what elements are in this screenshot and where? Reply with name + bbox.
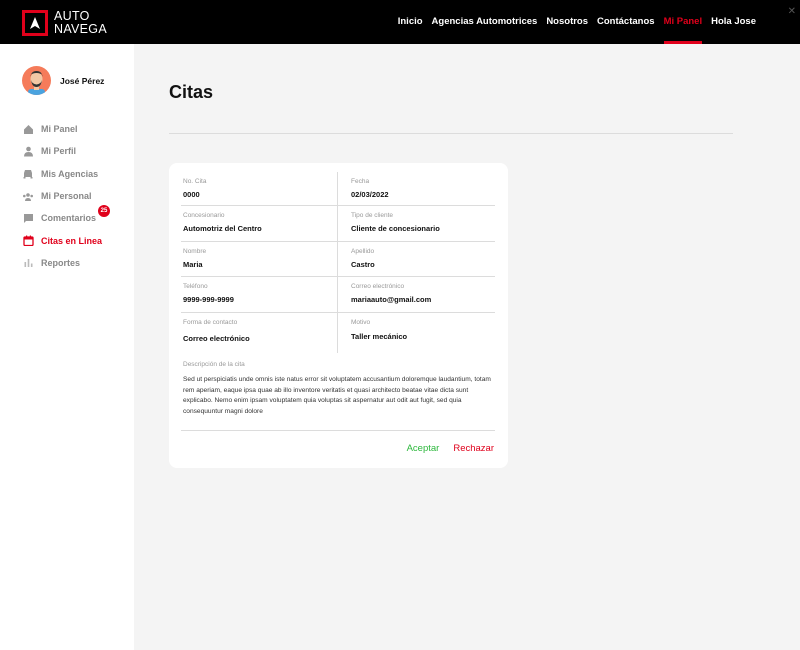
calendar-icon <box>22 235 34 247</box>
field-value: Castro <box>351 260 375 269</box>
field-telefono: Teléfono 9999-999-9999 <box>181 277 338 312</box>
sidebar-item-label: Mis Agencias <box>41 168 99 179</box>
field-motivo: Motivo Taller mecánico <box>338 313 495 353</box>
field-value: Maria <box>183 260 203 269</box>
details-row: Nombre Maria Apellido Castro <box>181 242 495 277</box>
nav-mi-panel[interactable]: Mi Panel <box>663 0 702 44</box>
field-label: Motivo <box>351 319 371 326</box>
reject-button[interactable]: Rechazar <box>453 443 494 454</box>
sidebar-item-label: Citas en Linea <box>41 235 103 246</box>
field-label: No. Cita <box>183 178 207 185</box>
comment-icon <box>22 212 34 224</box>
field-label: Teléfono <box>183 283 208 290</box>
details-row: Concesionario Automotriz del Centro Tipo… <box>181 206 495 242</box>
nav-inicio[interactable]: Inicio <box>398 0 423 44</box>
brand-line-2: NAVEGA <box>54 22 107 36</box>
field-value: Automotriz del Centro <box>183 224 262 233</box>
field-value: Correo electrónico <box>183 334 250 343</box>
page-title: Citas <box>169 82 214 102</box>
user-profile: José Pérez <box>22 66 104 95</box>
field-value: Cliente de concesionario <box>351 224 440 233</box>
chart-icon <box>22 257 34 269</box>
field-fecha: Fecha 02/03/2022 <box>338 172 495 205</box>
brand-name: AUTO NAVEGA <box>54 10 107 36</box>
user-name: José Pérez <box>60 75 105 86</box>
nav-nosotros[interactable]: Nosotros <box>546 0 588 44</box>
field-label: Correo electrónico <box>351 283 405 290</box>
description-text: Sed ut perspiciatis unde omnis iste natu… <box>183 376 491 415</box>
field-correo: Correo electrónico mariaauto@gmail.com <box>338 277 495 312</box>
field-no-cita: No. Cita 0000 <box>181 172 338 205</box>
field-value: 9999-999-9999 <box>183 295 234 304</box>
comments-count-badge: 25 <box>98 205 110 218</box>
field-label: Fecha <box>351 178 370 185</box>
description-divider <box>181 430 495 431</box>
sidebar-item-comentarios[interactable]: Comentarios 25 <box>22 205 110 229</box>
accept-button[interactable]: Aceptar <box>407 443 440 454</box>
appointment-card: No. Cita 0000 Fecha 02/03/2022 Concesion… <box>169 163 508 468</box>
field-value: 0000 <box>183 190 200 199</box>
sidebar-item-label: Mi Personal <box>41 191 92 202</box>
details-row: Forma de contacto Correo electrónico Mot… <box>181 313 495 353</box>
sidebar-item-reportes[interactable]: Reportes <box>22 252 102 274</box>
logo-mark-icon <box>22 10 48 36</box>
field-label: Tipo de cliente <box>351 212 394 219</box>
field-value: mariaauto@gmail.com <box>351 295 432 304</box>
sidebar-item-label: Mi Perfil <box>41 146 77 157</box>
nav-contactanos[interactable]: Contáctanos <box>597 0 655 44</box>
field-tipo-cliente: Tipo de cliente Cliente de concesionario <box>338 206 495 241</box>
sidebar-item-label: Mi Panel <box>41 124 78 135</box>
details-row: Teléfono 9999-999-9999 Correo electrónic… <box>181 277 495 313</box>
user-icon <box>22 145 34 157</box>
details-row: No. Cita 0000 Fecha 02/03/2022 <box>181 172 495 206</box>
title-divider <box>169 133 733 134</box>
sidebar-item-mis-agencias[interactable]: Mis Agencias <box>22 163 102 185</box>
main-nav: Inicio Agencias Automotrices Nosotros Co… <box>389 0 756 44</box>
home-icon <box>22 123 34 135</box>
sidebar-item-mi-panel[interactable]: Mi Panel <box>22 118 102 140</box>
appointment-details-grid: No. Cita 0000 Fecha 02/03/2022 Concesion… <box>181 172 495 353</box>
field-label: Nombre <box>183 248 207 255</box>
nav-user-greeting[interactable]: Hola Jose <box>711 0 756 44</box>
nav-agencias-automotrices[interactable]: Agencias Automotrices <box>432 0 538 44</box>
field-label: Apellido <box>351 248 375 255</box>
sidebar-item-citas-en-linea[interactable]: Citas en Linea <box>22 229 102 251</box>
top-navbar: AUTO NAVEGA Inicio Agencias Automotrices… <box>0 0 800 44</box>
field-value: 02/03/2022 <box>351 190 389 199</box>
field-label: Concesionario <box>183 212 225 219</box>
car-icon <box>22 168 34 180</box>
field-forma-contacto: Forma de contacto Correo electrónico <box>181 313 338 353</box>
sidebar: José Pérez Mi Panel Mi Perfil Mis Agenci… <box>0 44 134 650</box>
field-apellido: Apellido Castro <box>338 242 495 276</box>
sidebar-menu: Mi Panel Mi Perfil Mis Agencias Mi Perso… <box>22 118 110 274</box>
sidebar-item-label: Comentarios <box>41 213 97 224</box>
description-section: Descripción de la cita Sed ut perspiciat… <box>183 361 493 417</box>
brand-logo[interactable]: AUTO NAVEGA <box>22 10 107 36</box>
description-label: Descripción de la cita <box>183 361 245 368</box>
close-icon[interactable]: ✕ <box>788 6 796 17</box>
sidebar-item-label: Reportes <box>41 257 81 268</box>
field-value: Taller mecánico <box>351 332 408 341</box>
sidebar-item-mi-personal[interactable]: Mi Personal <box>22 185 102 207</box>
avatar <box>22 66 51 95</box>
field-label: Forma de contacto <box>183 319 238 326</box>
people-icon <box>22 190 34 202</box>
field-concesionario: Concesionario Automotriz del Centro <box>181 206 338 241</box>
sidebar-item-mi-perfil[interactable]: Mi Perfil <box>22 140 102 162</box>
card-actions: Aceptar Rechazar <box>393 443 494 454</box>
field-nombre: Nombre Maria <box>181 242 338 276</box>
